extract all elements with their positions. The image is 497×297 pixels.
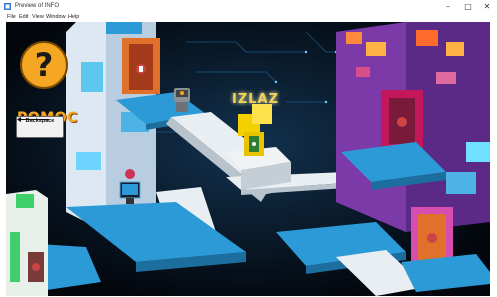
locked-door-icon[interactable]: [122, 38, 160, 94]
app-icon: [4, 3, 11, 10]
question-mark-icon[interactable]: ?: [19, 40, 69, 90]
title-bar: Preview of INFO – □ ✕: [0, 0, 497, 13]
robot-icon[interactable]: [174, 88, 190, 112]
app-window: Preview of INFO – □ ✕ File Edit View Win…: [0, 0, 497, 297]
menu-view[interactable]: View: [32, 13, 44, 22]
maximize-button[interactable]: □: [458, 0, 478, 13]
game-viewport[interactable]: ? POMOC Backspace IZLAZ: [6, 22, 490, 296]
help-symbol: ?: [35, 46, 54, 84]
menu-edit[interactable]: Edit: [19, 13, 28, 22]
locked-door-icon[interactable]: [411, 207, 453, 265]
window-title: Preview of INFO: [15, 3, 60, 9]
minimize-button[interactable]: –: [438, 0, 458, 13]
menu-help[interactable]: Help: [68, 13, 79, 22]
exit-label[interactable]: IZLAZ: [232, 92, 279, 107]
menu-file[interactable]: File: [7, 13, 16, 22]
arrow-left-icon: [17, 117, 49, 122]
close-button[interactable]: ✕: [477, 0, 497, 13]
green-tower: [6, 190, 48, 296]
backspace-button[interactable]: Backspace: [16, 116, 64, 138]
game-scene: [6, 22, 490, 296]
menu-bar: File Edit View Window Help: [0, 13, 497, 22]
menu-window[interactable]: Window: [46, 13, 66, 22]
locked-door-icon[interactable]: [381, 90, 423, 148]
